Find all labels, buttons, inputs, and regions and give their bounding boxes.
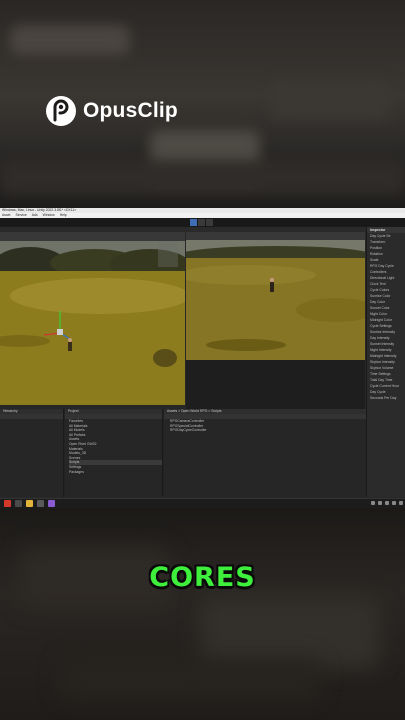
project-files-panel: Assets > Open World RPG > Scripts RPGCam… [164,409,366,497]
game-empty-area [186,360,365,409]
hierarchy-panel: Hierarchy [0,409,64,497]
game-panel [186,227,365,409]
main-toolbar [0,218,405,227]
inspector-panel: Inspector Day Cycle Se Transform Position… [366,227,405,497]
tray-icon[interactable] [378,501,382,505]
visual-studio-icon[interactable] [48,500,55,507]
os-taskbar [0,498,405,508]
tray-icon[interactable] [385,501,389,505]
scene-panel [0,227,185,409]
play-icon[interactable] [190,219,197,226]
project-file-item[interactable]: RPGDayCycleController [164,428,366,433]
scene-viewport[interactable] [0,241,185,405]
hierarchy-search-bar[interactable] [0,414,63,419]
tray-icon[interactable] [392,501,396,505]
inspector-property[interactable]: Seconds Per Day [367,395,405,401]
pause-icon[interactable] [198,219,205,226]
logo-text: OpusClip [83,99,178,122]
chrome-icon[interactable] [4,500,11,507]
blurred-background-bottom [0,508,405,720]
video-caption: CORES [149,562,256,593]
settings-icon[interactable] [37,500,44,507]
game-viewport[interactable] [186,240,365,360]
tray-icon[interactable] [371,501,375,505]
game-toolbar [186,232,365,240]
scene-toolbar [0,232,185,241]
unity-editor-window: Windows, Mac, Linux - Unity 2022.3.8f1* … [0,208,405,508]
step-icon[interactable] [206,219,213,226]
opusclip-logo-icon [46,96,76,126]
project-tree-panel: Project Favorites All Materials All Models… [65,409,163,497]
system-tray [371,501,403,505]
unity-icon[interactable] [15,500,22,507]
play-controls [190,219,213,226]
game-render [186,240,365,360]
bottom-panels: Hierarchy Project Favorites All Materials… [0,409,366,497]
file-explorer-icon[interactable] [26,500,33,507]
opusclip-logo: OpusClip [45,95,178,127]
tray-icon[interactable] [399,501,403,505]
scene-render [0,241,185,405]
project-tree-item[interactable]: Packages [69,470,162,475]
